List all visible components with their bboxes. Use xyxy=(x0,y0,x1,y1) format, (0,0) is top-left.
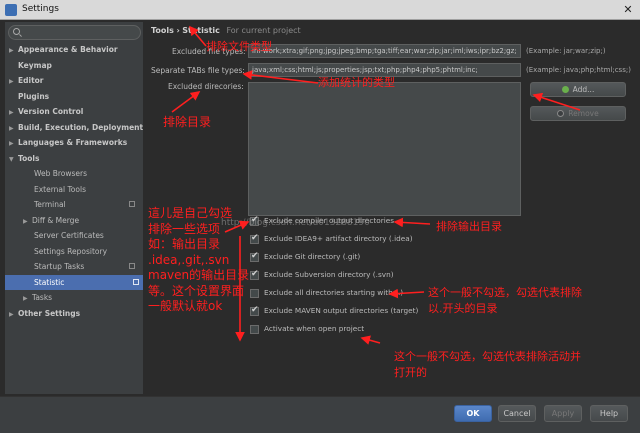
arrow-to-excluded-dirs xyxy=(171,91,201,113)
annotation-line: 這儿是自己勾选 xyxy=(148,206,233,220)
annotation-line: maven的输出目录 xyxy=(148,268,250,282)
annotation-line: 如：输出目录 xyxy=(148,237,221,251)
arrow-to-separate-tabs xyxy=(242,70,319,84)
arrow-to-dot-dirs xyxy=(388,288,425,299)
annotation-exclude-file-types: 排除文件类型 xyxy=(206,40,272,53)
annotation-line: 这个一般不勾选，勾选代表排除活动并 xyxy=(394,350,581,363)
annotation-line: 打开的 xyxy=(394,366,427,379)
arrow-to-activate xyxy=(360,335,381,345)
annotation-activate: 这个一般不勾选，勾选代表排除活动并 打开的 xyxy=(394,349,581,381)
annotation-exclude-dirs: 排除目录 xyxy=(163,115,212,129)
annotation-line: 以.开头的目录 xyxy=(428,302,498,315)
annotation-line: 等。这个设置界面 xyxy=(148,283,245,298)
arrow-to-breadcrumb xyxy=(188,25,207,47)
annotation-line: .idea,.git,.svn xyxy=(148,252,230,267)
annotation-self-check: 這儿是自己勾选 排除一些选项 如：输出目录 .idea,.git,.svn ma… xyxy=(148,206,249,315)
arrow-to-add-button xyxy=(532,92,581,111)
annotation-line: 这个一般不勾选，勾选代表排除 xyxy=(428,286,582,299)
arrow-to-compiler-output xyxy=(393,217,431,228)
annotation-add-count-types: 添加统计的类型 xyxy=(318,76,395,89)
annotation-dot-dirs: 这个一般不勾选，勾选代表排除 以.开头的目录 xyxy=(428,285,582,317)
annotation-line: 排除一些选项 xyxy=(148,221,221,236)
annotation-exclude-output-dirs: 排除输出目录 xyxy=(436,220,502,233)
annotation-line: 一般默认就ok xyxy=(148,299,223,313)
